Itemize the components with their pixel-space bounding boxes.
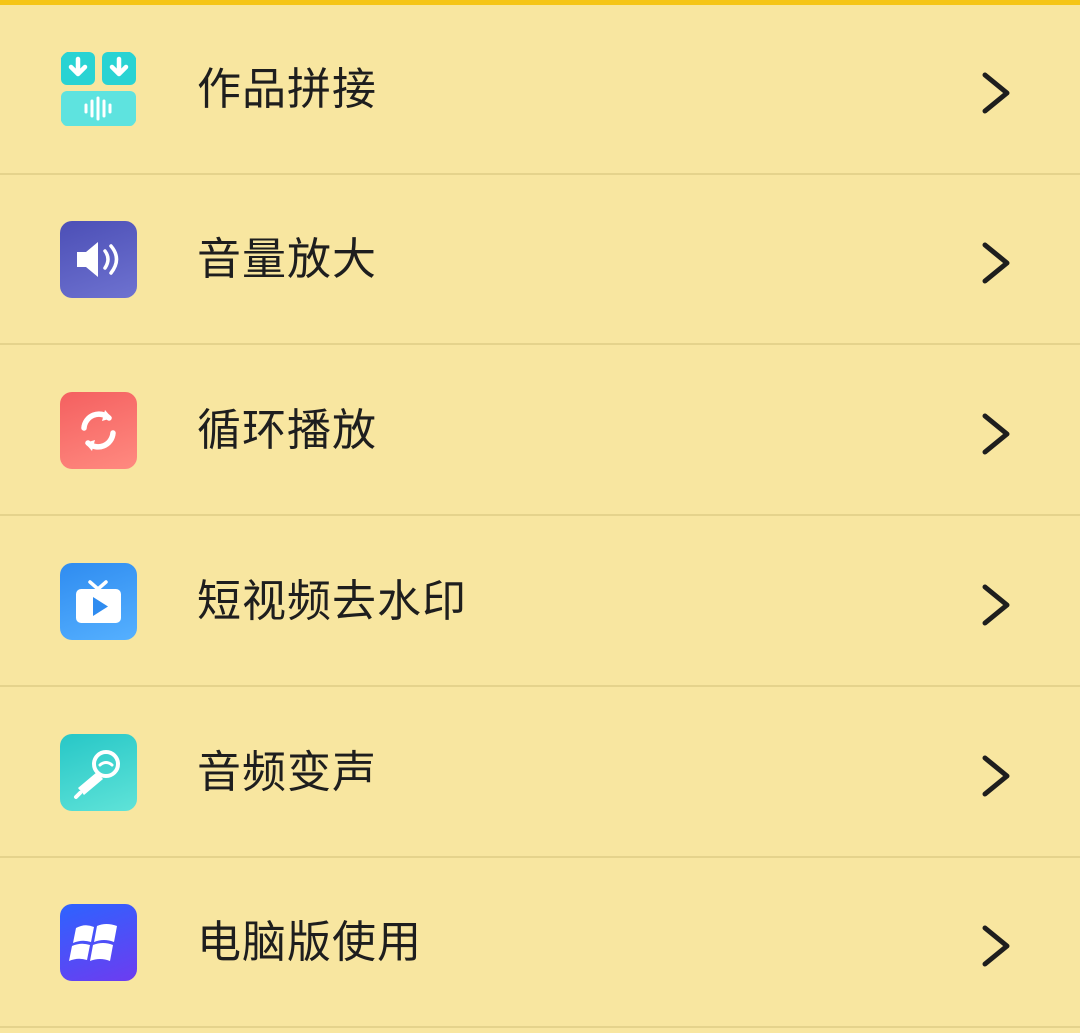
menu-item-voice-changer[interactable]: 音频变声: [0, 688, 1080, 858]
feature-menu: 作品拼接 音量放大 循环播放 短视频去水印 音频变声 电脑版使用: [0, 0, 1080, 1033]
menu-item-label: 循环播放: [197, 405, 377, 456]
menu-item-volume-boost[interactable]: 音量放大: [0, 175, 1080, 345]
voice-change-icon: [60, 734, 137, 811]
menu-item-loop-play[interactable]: 循环播放: [0, 346, 1080, 516]
menu-item-label: 作品拼接: [197, 64, 377, 115]
windows-logo-icon: [60, 904, 137, 981]
menu-item-label: 音频变声: [197, 747, 377, 798]
menu-item-label: 音量放大: [197, 234, 377, 285]
chevron-right-icon: [982, 925, 1010, 967]
tv-play-icon: [60, 563, 137, 640]
chevron-right-icon: [982, 242, 1010, 284]
chevron-right-icon: [982, 755, 1010, 797]
menu-item-label: 电脑版使用: [197, 917, 422, 968]
menu-item-pc-version[interactable]: 电脑版使用: [0, 858, 1080, 1028]
merge-works-icon: [60, 51, 137, 128]
menu-item-label: 短视频去水印: [197, 576, 467, 627]
loop-play-icon: [60, 392, 137, 469]
chevron-right-icon: [982, 413, 1010, 455]
volume-up-icon: [60, 221, 137, 298]
chevron-right-icon: [982, 72, 1010, 114]
menu-item-merge-works[interactable]: 作品拼接: [0, 5, 1080, 175]
menu-item-remove-watermark[interactable]: 短视频去水印: [0, 517, 1080, 687]
chevron-right-icon: [982, 584, 1010, 626]
